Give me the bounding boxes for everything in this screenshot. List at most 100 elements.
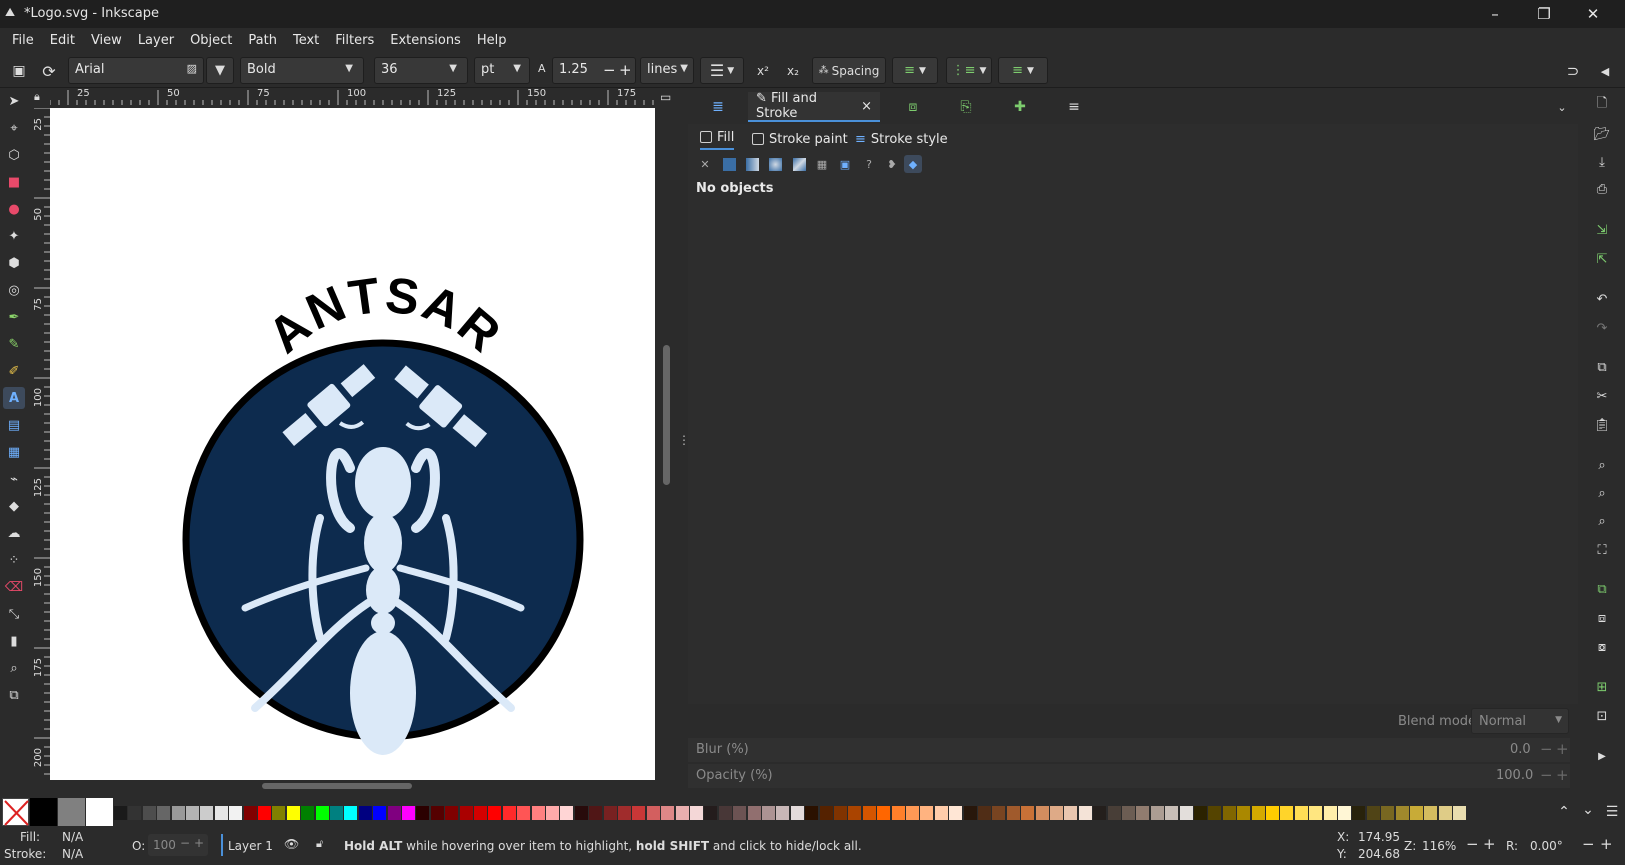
palette-swatch[interactable] [618, 806, 631, 820]
palette-swatch[interactable] [200, 806, 214, 820]
calligraphy-tool-icon[interactable]: ✐ [3, 360, 25, 382]
pages-tool-icon[interactable]: ⧉ [3, 684, 25, 706]
dropper-tool-icon[interactable]: ⌁ [3, 468, 25, 490]
menu-edit[interactable]: Edit [42, 28, 83, 53]
palette-swatch[interactable] [1266, 806, 1279, 820]
palette-swatch[interactable] [157, 806, 171, 820]
palette-swatch[interactable] [1093, 806, 1107, 820]
rotate-increase-button[interactable]: + [1600, 835, 1613, 853]
palette-swatch[interactable] [229, 806, 243, 820]
palette-swatch[interactable] [1323, 806, 1337, 820]
palette-swatch[interactable] [1122, 806, 1135, 820]
menu-object[interactable]: Object [182, 28, 240, 53]
opacity-slider[interactable]: Opacity (%) 100.0 − + [688, 764, 1570, 788]
blur-slider[interactable]: Blur (%) 0.0 − + [688, 738, 1570, 762]
menu-layer[interactable]: Layer [130, 28, 182, 53]
palette-swatch[interactable] [978, 806, 991, 820]
vertical-scrollbar[interactable] [663, 345, 670, 485]
horizontal-scrollbar[interactable] [262, 783, 412, 789]
palette-swatch[interactable] [214, 806, 228, 820]
line-height-increase-button[interactable]: + [619, 61, 632, 79]
zoom-value[interactable]: 116% [1422, 839, 1456, 853]
print-document-icon[interactable]: ⎙ [1591, 178, 1613, 200]
line-unit-select[interactable]: lines ▼ [640, 57, 694, 84]
logo-artwork[interactable]: ANTSAR [50, 108, 655, 780]
palette-swatch[interactable] [632, 806, 646, 820]
palette-swatch[interactable] [416, 806, 430, 820]
save-document-icon[interactable]: ⤓ [1591, 151, 1613, 173]
palette-swatch[interactable] [805, 806, 819, 820]
fill-rule-nonzero-icon[interactable]: ◆ [904, 155, 922, 173]
font-collections-icon[interactable]: ▣ [8, 61, 30, 81]
ungroup-icon[interactable]: ⊡ [1591, 705, 1613, 727]
copy-icon[interactable]: ⧉ [1591, 356, 1613, 378]
subtab-stroke-paint[interactable]: Stroke paint [752, 128, 848, 150]
spacing-button[interactable]: ⁂ Spacing [812, 57, 886, 84]
palette-swatch[interactable] [344, 806, 358, 820]
palette-swatch[interactable] [128, 806, 142, 820]
connector-tool-icon[interactable]: ⤡ [3, 603, 25, 625]
palette-swatch[interactable] [949, 806, 963, 820]
palette-swatch[interactable] [58, 798, 85, 826]
selector-tool-icon[interactable]: ➤ [3, 90, 25, 112]
guide-lock-icon[interactable]: 🔒︎ [34, 90, 40, 104]
mesh-tool-icon[interactable]: ▦ [3, 441, 25, 463]
palette-swatch[interactable] [661, 806, 675, 820]
palette-swatch[interactable] [574, 806, 588, 820]
linear-gradient-icon[interactable] [743, 155, 761, 173]
palette-scroll-up-icon[interactable]: ⌃ [1556, 804, 1572, 820]
pattern-icon[interactable]: ▦ [813, 155, 831, 173]
import-icon[interactable]: ⇲ [1591, 219, 1613, 241]
font-family-dropdown[interactable]: ▼ [206, 57, 234, 84]
palette-swatch[interactable] [1035, 806, 1049, 820]
opacity-status-increase[interactable]: + [194, 836, 204, 850]
group-icon[interactable]: ⊞ [1591, 676, 1613, 698]
palette-scroll-down-icon[interactable]: ⌄ [1580, 802, 1596, 818]
opacity-increase-button[interactable]: + [1556, 766, 1569, 784]
font-style-select[interactable]: Bold ▼ [240, 57, 364, 84]
3d-box-tool-icon[interactable]: ⬢ [3, 252, 25, 274]
palette-swatch[interactable] [1309, 806, 1323, 820]
layers-tab-icon[interactable]: ≣ [700, 92, 736, 122]
opacity-status-field[interactable]: 100 − + [148, 834, 208, 856]
paste-icon[interactable]: 📋︎ [1591, 414, 1613, 436]
palette-swatch[interactable] [963, 806, 977, 820]
cut-icon[interactable]: ✂ [1591, 385, 1613, 407]
font-family-field[interactable]: Arial ▨ [68, 57, 204, 84]
reload-fonts-icon[interactable]: ⟳ [38, 61, 60, 81]
mesh-gradient-icon[interactable] [790, 155, 808, 173]
menu-extensions[interactable]: Extensions [382, 28, 469, 53]
radial-gradient-icon[interactable] [766, 155, 784, 173]
layer-lock-icon[interactable]: 🔓︎ [316, 837, 323, 851]
rotate-value[interactable]: 0.00° [1530, 839, 1563, 853]
superscript-button[interactable]: x² [752, 61, 774, 81]
minimize-button[interactable]: – [1472, 0, 1518, 28]
eraser-tool-icon[interactable]: ⌫ [3, 576, 25, 598]
blur-increase-button[interactable]: + [1556, 740, 1569, 758]
circle-tool-icon[interactable]: ● [3, 198, 25, 220]
palette-swatch[interactable] [301, 806, 315, 820]
blend-mode-select[interactable]: Normal ▼ [1471, 708, 1569, 734]
palette-swatch[interactable] [862, 806, 876, 820]
subtab-stroke-style[interactable]: ≡ Stroke style [855, 128, 948, 150]
palette-swatch[interactable] [1237, 806, 1251, 820]
palette-swatch[interactable] [776, 806, 790, 820]
collapse-left-icon[interactable]: ◀ [1596, 61, 1614, 81]
transform-tab-icon[interactable]: ⧈ [895, 92, 931, 122]
menu-file[interactable]: File [4, 28, 42, 53]
align-tab-icon[interactable]: ✚ [1002, 92, 1038, 122]
palette-swatch[interactable] [1006, 806, 1020, 820]
palette-swatch[interactable] [603, 806, 617, 820]
menu-text[interactable]: Text [285, 28, 327, 53]
palette-swatch[interactable] [1078, 806, 1092, 820]
pen-tool-icon[interactable]: ✒ [3, 306, 25, 328]
subscript-button[interactable]: x₂ [782, 61, 804, 81]
spray-tool-icon[interactable]: ⁘ [3, 549, 25, 571]
measure-tool-icon[interactable]: ▮ [3, 630, 25, 652]
palette-swatch[interactable] [474, 806, 487, 820]
palette-swatch[interactable] [445, 806, 459, 820]
palette-swatch[interactable] [286, 806, 300, 820]
palette-swatch[interactable] [790, 806, 804, 820]
palette-swatch[interactable] [1222, 806, 1236, 820]
palette-swatch[interactable] [1395, 806, 1409, 820]
